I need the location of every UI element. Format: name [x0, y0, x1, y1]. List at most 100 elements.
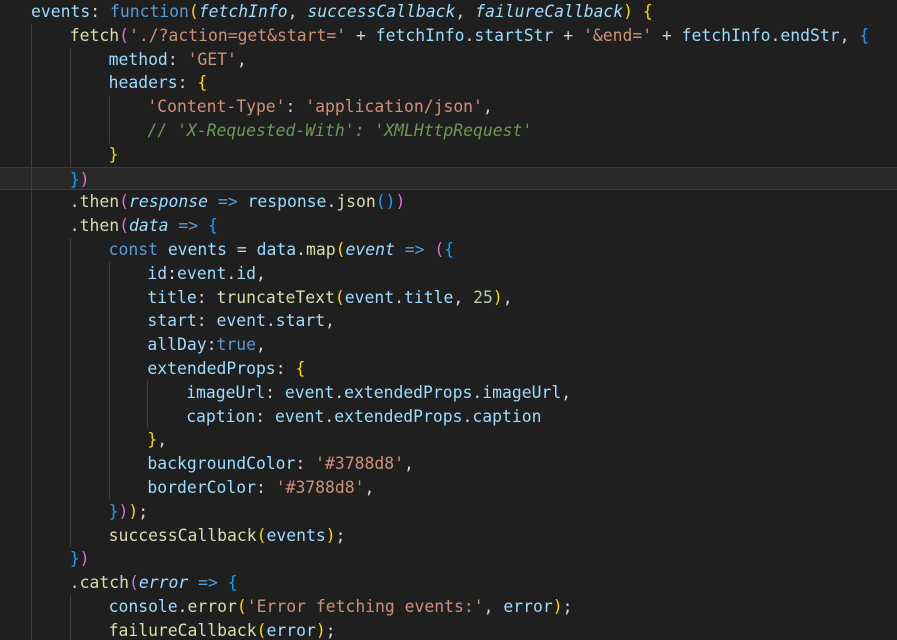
code-line[interactable]: method: 'GET', — [0, 47, 897, 72]
code-text: // 'X-Requested-With': 'XMLHttpRequest' — [147, 119, 532, 143]
code-token: events — [167, 240, 228, 259]
code-line[interactable]: extendedProps: { — [0, 357, 897, 381]
code-line[interactable]: const events = data.map(event => ({ — [0, 238, 897, 262]
code-token: { — [208, 216, 218, 236]
code-line[interactable]: .then(data => { — [0, 214, 897, 238]
code-token: . — [326, 192, 337, 212]
code-text: .catch(error => { — [70, 571, 238, 595]
indent-guide — [108, 95, 110, 119]
code-line[interactable]: } — [0, 142, 897, 167]
code-token: const — [108, 240, 158, 259]
code-token: : — [285, 97, 306, 117]
indent-guide — [69, 404, 71, 429]
indent-guide — [69, 238, 71, 262]
code-line[interactable]: events: function(fetchInfo, successCallb… — [0, 0, 897, 24]
code-line[interactable]: allDay:true, — [0, 333, 897, 357]
code-line[interactable]: 'Content-Type': 'application/json', — [0, 95, 897, 119]
code-token: '#3788d8' — [315, 454, 404, 474]
code-token: ( — [434, 240, 445, 259]
code-token: event — [275, 406, 325, 426]
indent-guide — [147, 404, 149, 429]
code-token: response — [247, 192, 327, 212]
code-token: } — [108, 144, 119, 164]
code-token: : — [177, 73, 198, 93]
code-token: error — [187, 597, 237, 616]
code-token: id — [147, 263, 168, 283]
indent-guide — [69, 47, 71, 72]
code-text: method: 'GET', — [109, 48, 247, 72]
code-line[interactable]: imageUrl: event.extendedProps.imageUrl, — [0, 380, 897, 405]
code-token: : — [206, 335, 217, 355]
code-token: ) — [623, 2, 634, 21]
indent-guide — [31, 190, 32, 215]
code-token: failureCallback — [108, 620, 257, 640]
code-line[interactable]: .catch(error => { — [0, 571, 897, 595]
code-token: ) — [118, 501, 129, 521]
code-token: { — [444, 240, 455, 259]
code-token: response — [129, 192, 208, 212]
indent-guide — [108, 333, 110, 357]
code-line[interactable]: borderColor: '#3788d8', — [0, 476, 897, 500]
code-token: . — [464, 25, 475, 45]
code-token: ) — [395, 192, 406, 212]
code-line[interactable]: // 'X-Requested-With': 'XMLHttpRequest' — [0, 119, 897, 143]
code-line[interactable]: console.error('Error fetching events:', … — [0, 595, 897, 619]
indent-guide — [31, 595, 32, 619]
code-line[interactable]: title: truncateText(event.title, 25), — [0, 285, 897, 310]
code-line[interactable]: }, — [0, 428, 897, 453]
code-token: ( — [129, 573, 139, 593]
code-line[interactable]: }) — [0, 166, 897, 191]
indent-guide — [31, 404, 32, 429]
code-token: ) — [315, 620, 326, 640]
code-line[interactable]: fetch('./?action=get&start=' + fetchInfo… — [0, 23, 897, 48]
code-token: start — [147, 311, 197, 331]
code-token: ( — [256, 525, 267, 545]
code-line[interactable]: .then(response => response.json()) — [0, 190, 897, 215]
code-line[interactable]: headers: { — [0, 71, 897, 96]
code-text: const events = data.map(event => ({ — [109, 238, 454, 262]
code-line[interactable]: caption: event.extendedProps.caption — [0, 404, 897, 429]
code-token: data — [256, 240, 297, 259]
code-line[interactable]: backgroundColor: '#3788d8', — [0, 452, 897, 476]
code-token: ( — [334, 287, 345, 307]
code-text: caption: event.extendedProps.caption — [186, 405, 541, 429]
code-token: : — [265, 382, 285, 402]
code-text: allDay:true, — [147, 333, 265, 357]
indent-guide — [69, 523, 71, 548]
code-token: , — [255, 263, 266, 283]
code-line[interactable]: }) — [0, 547, 897, 572]
code-text: title: truncateText(event.title, 25), — [147, 286, 512, 310]
code-token: allDay — [147, 335, 207, 355]
code-text: .then(data => { — [70, 214, 218, 238]
indent-guide — [108, 404, 110, 429]
code-text: .then(response => response.json()) — [70, 190, 406, 214]
code-text: backgroundColor: '#3788d8', — [147, 452, 413, 476]
indent-guide — [69, 261, 71, 286]
code-token: extendedProps — [344, 382, 473, 402]
code-token: console — [108, 597, 178, 616]
indent-guide — [69, 452, 71, 476]
code-token: error — [503, 597, 553, 616]
code-token: failureCallback — [475, 2, 624, 21]
code-token: imageUrl — [186, 382, 266, 402]
code-line[interactable]: successCallback(events); — [0, 523, 897, 548]
code-token: map — [306, 240, 336, 259]
code-token: successCallback — [307, 2, 456, 21]
indent-guide — [108, 119, 110, 143]
code-token: : — [167, 263, 178, 283]
code-line[interactable]: id:event.id, — [0, 261, 897, 286]
indent-guide — [31, 142, 32, 167]
code-line[interactable]: failureCallback(error); — [0, 618, 897, 640]
code-token: 25 — [473, 287, 493, 307]
code-token: . — [462, 406, 473, 426]
code-line[interactable]: })); — [0, 499, 897, 524]
code-editor[interactable]: events: function(fetchInfo, successCallb… — [0, 0, 897, 640]
code-token: ; — [138, 501, 149, 521]
code-token: truncateText — [216, 287, 335, 307]
code-line[interactable]: start: event.start, — [0, 309, 897, 334]
